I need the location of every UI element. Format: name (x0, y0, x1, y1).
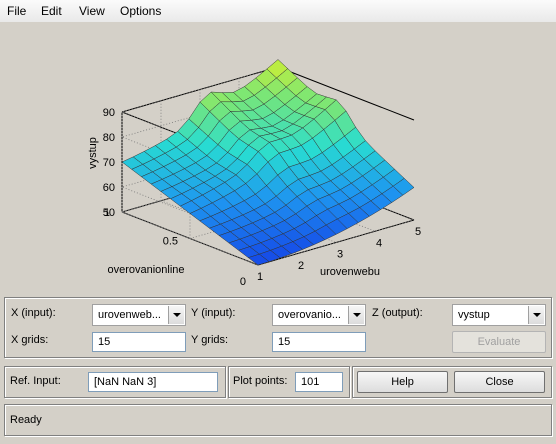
surface-plot-area[interactable]: 50 60 70 80 90 1 2 3 4 5 0 0.5 1 urovenwebu overovanio… (0, 22, 556, 292)
chevron-down-icon (168, 306, 184, 324)
ref-input-panel: Ref. Input: [NaN NaN 3] (4, 366, 226, 398)
status-bar: Ready (4, 404, 552, 436)
x-tick-label: 4 (376, 237, 382, 249)
x-tick-label: 1 (257, 271, 263, 283)
z-tick-label: 80 (103, 132, 115, 144)
surface-plot[interactable]: 50607080901234500.51urovenwebuoverovanio… (0, 22, 556, 292)
y-input-value: overovanio... (278, 309, 341, 321)
chevron-down-icon (348, 306, 364, 324)
ref-input-field[interactable]: [NaN NaN 3] (88, 372, 218, 392)
x-tick-label: 2 (298, 260, 304, 272)
ref-input-label: Ref. Input: (10, 375, 61, 387)
menu-view[interactable]: View (79, 4, 105, 18)
z-output-dropdown[interactable]: vystup (452, 304, 546, 326)
plot-points-field[interactable]: 101 (295, 372, 343, 392)
z-axis-label: vystup (87, 137, 99, 169)
plot-points-label: Plot points: (233, 375, 288, 387)
plot-points-panel: Plot points: 101 (228, 366, 350, 398)
x-input-value: urovenweb... (98, 309, 161, 321)
action-buttons-panel: Help Close (352, 366, 552, 398)
menu-file[interactable]: File (7, 4, 26, 18)
help-button[interactable]: Help (357, 371, 448, 393)
x-grids-label: X grids: (11, 334, 49, 346)
y-axis-label: overovanionline (107, 264, 184, 276)
status-text: Ready (10, 414, 42, 426)
x-tick-label: 5 (415, 226, 421, 238)
y-input-dropdown[interactable]: overovanio... (272, 304, 366, 326)
z-output-label: Z (output): (372, 307, 423, 319)
menu-edit[interactable]: Edit (41, 4, 62, 18)
y-tick-label: 0.5 (163, 236, 178, 248)
chevron-down-icon (528, 306, 544, 324)
menu-options[interactable]: Options (120, 4, 161, 18)
z-tick-label: 70 (103, 157, 115, 169)
variables-panel: X (input): urovenweb... Y (input): overo… (4, 297, 552, 358)
y-input-label: Y (input): (191, 307, 236, 319)
y-grids-label: Y grids: (191, 334, 229, 346)
x-axis-label: urovenwebu (320, 266, 380, 278)
z-tick-label: 90 (103, 107, 115, 119)
close-button[interactable]: Close (454, 371, 545, 393)
z-tick-label: 60 (103, 182, 115, 194)
z-output-value: vystup (458, 309, 490, 321)
y-tick-label: 0 (240, 276, 246, 288)
x-tick-label: 3 (337, 249, 343, 261)
evaluate-button[interactable]: Evaluate (452, 331, 546, 353)
y-grids-field[interactable]: 15 (272, 332, 366, 352)
y-tick-label: 1 (104, 207, 110, 219)
x-input-label: X (input): (11, 307, 56, 319)
menu-bar: File Edit View Options (0, 0, 556, 23)
x-input-dropdown[interactable]: urovenweb... (92, 304, 186, 326)
x-grids-field[interactable]: 15 (92, 332, 186, 352)
